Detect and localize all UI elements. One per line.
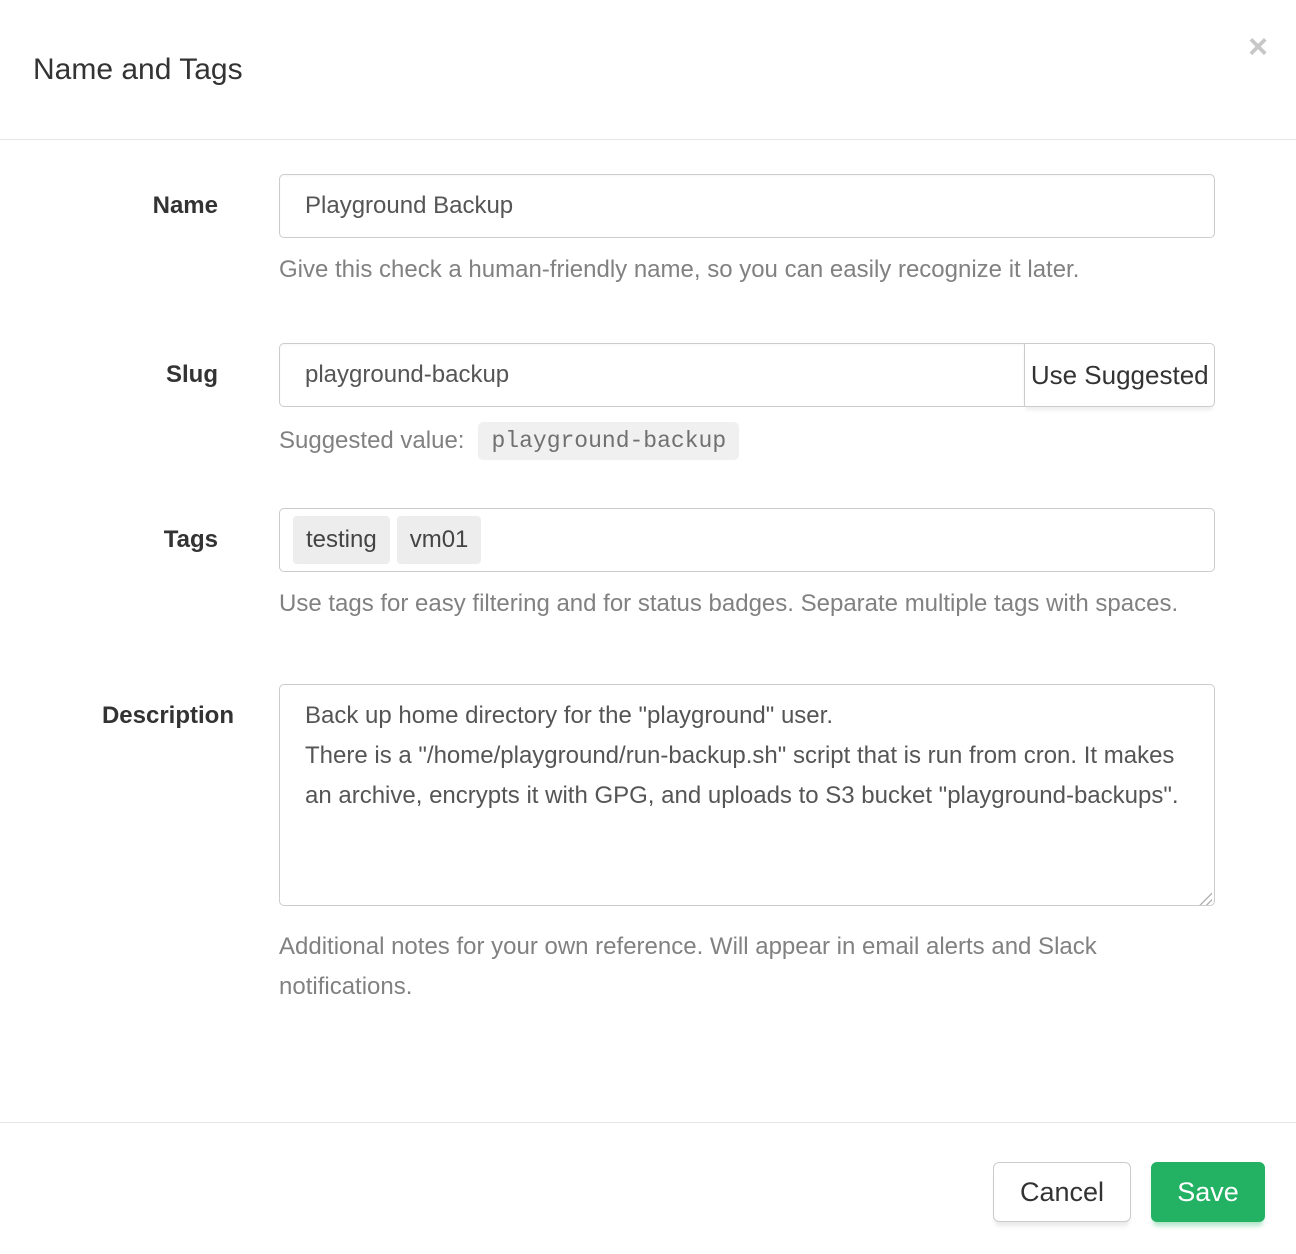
modal-header: Name and Tags ×: [0, 0, 1296, 140]
tag-chip-vm01[interactable]: vm01: [397, 516, 482, 564]
tags-field-row: Tags testing vm01 Use tags for easy filt…: [0, 508, 1296, 624]
description-textarea[interactable]: Back up home directory for the "playgrou…: [279, 684, 1215, 906]
use-suggested-button[interactable]: Use Suggested: [1024, 343, 1215, 407]
name-field-row: Name Give this check a human-friendly na…: [0, 174, 1296, 290]
slug-label: Slug: [0, 343, 246, 461]
tags-input[interactable]: testing vm01: [279, 508, 1215, 572]
modal-body: Name Give this check a human-friendly na…: [0, 140, 1296, 1085]
page-title: Name and Tags: [33, 50, 1263, 90]
modal-footer: Cancel Save: [0, 1122, 1296, 1254]
suggested-value-code: playground-backup: [478, 422, 739, 460]
description-label: Description: [0, 684, 246, 1007]
tags-label: Tags: [0, 508, 246, 624]
description-field-row: Description Back up home directory for t…: [0, 684, 1296, 1007]
slug-input-group: Use Suggested: [279, 343, 1215, 407]
name-input[interactable]: [279, 174, 1215, 238]
close-icon[interactable]: ×: [1248, 30, 1268, 64]
tag-chip-testing[interactable]: testing: [293, 516, 390, 564]
name-help-text: Give this check a human-friendly name, s…: [279, 250, 1215, 290]
save-button[interactable]: Save: [1151, 1162, 1265, 1222]
cancel-button[interactable]: Cancel: [993, 1162, 1131, 1222]
suggested-value-line: Suggested value: playground-backup: [279, 421, 1215, 461]
slug-field-row: Slug Use Suggested Suggested value: play…: [0, 343, 1296, 461]
description-help-text: Additional notes for your own reference.…: [279, 927, 1215, 1007]
slug-input[interactable]: [279, 343, 1025, 407]
suggested-value-label: Suggested value:: [279, 421, 464, 461]
tags-help-text: Use tags for easy filtering and for stat…: [279, 584, 1215, 624]
name-and-tags-modal: Name and Tags × Name Give this check a h…: [0, 0, 1296, 1085]
name-label: Name: [0, 174, 246, 290]
